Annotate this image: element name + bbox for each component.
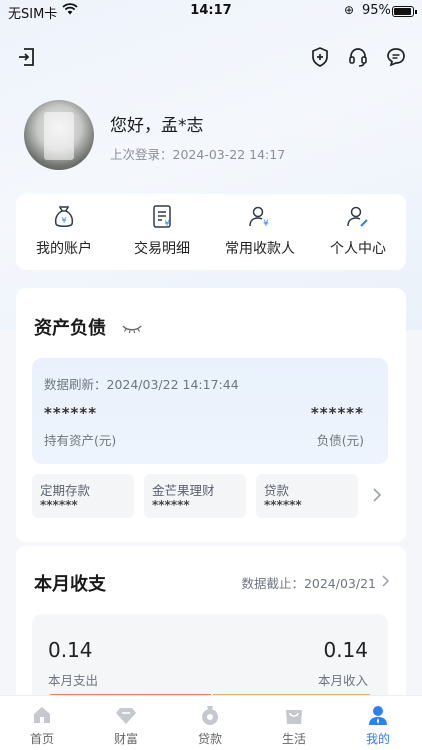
tab-loan[interactable]: 贷款 (168, 696, 252, 750)
eye-closed-icon[interactable] (122, 320, 142, 339)
refresh-time: 数据刷新：2024/03/22 14:17:44 (44, 377, 239, 392)
shortcut-my-account[interactable]: ¥ 我的账户 (16, 194, 112, 270)
tab-label: 生活 (281, 732, 306, 746)
greeting-text: 您好，孟*志 (110, 116, 204, 136)
shortcut-transactions[interactable]: ¥ 交易明细 (114, 194, 210, 270)
profile-icon (367, 704, 389, 726)
avatar[interactable] (24, 100, 94, 170)
tab-label: 我的 (365, 732, 390, 746)
shopping-bag-icon (283, 704, 305, 726)
assets-card: 资产负债 数据刷新：2024/03/22 14:17:44 ****** ***… (16, 288, 406, 542)
wealth-icon (115, 704, 137, 726)
battery-icon (392, 6, 417, 17)
item-label: 金芒果理财 (152, 483, 215, 498)
shield-icon[interactable] (307, 44, 333, 70)
assets-label: 持有资产(元) (44, 433, 117, 448)
loan-item[interactable]: 贷款 ****** (256, 474, 358, 518)
tab-label: 首页 (29, 732, 54, 746)
asset-summary-panel[interactable]: 数据刷新：2024/03/22 14:17:44 ****** ****** 持… (32, 358, 388, 464)
money-bag-icon: ¥ (52, 204, 76, 230)
tab-label: 财富 (113, 732, 138, 746)
tab-bar: 首页 财富 贷款 生活 我的 (0, 695, 422, 750)
chevron-right-icon[interactable] (381, 573, 390, 592)
headset-icon[interactable] (345, 44, 371, 70)
tab-wealth[interactable]: 财富 (84, 696, 168, 750)
assets-title: 资产负债 (34, 318, 106, 339)
debt-label: 负债(元) (316, 433, 364, 448)
fixed-deposit-item[interactable]: 定期存款 ****** (32, 474, 134, 518)
shortcut-label: 交易明细 (134, 241, 190, 257)
wealth-product-item[interactable]: 金芒果理财 ****** (144, 474, 246, 518)
svg-text:¥: ¥ (263, 219, 269, 229)
home-icon (31, 704, 53, 726)
assets-value: ****** (44, 404, 98, 422)
payee-icon: ¥ (248, 204, 272, 230)
shortcut-card: ¥ 我的账户 ¥ 交易明细 ¥ 常用收款人 个人中心 (16, 194, 406, 270)
item-value: ****** (264, 498, 302, 512)
svg-text:¥: ¥ (164, 219, 169, 228)
item-label: 定期存款 (40, 483, 91, 498)
personal-center-icon (346, 204, 370, 230)
shortcut-label: 常用收款人 (225, 241, 295, 257)
status-bar: 无SIM卡 14:17 ⊕ 95% (0, 0, 422, 24)
tab-label: 贷款 (197, 732, 222, 746)
item-label: 贷款 (264, 483, 290, 498)
tab-mine[interactable]: 我的 (336, 696, 420, 750)
shortcut-label: 个人中心 (330, 241, 386, 257)
loan-icon (199, 704, 221, 726)
income-value: 0.14 (323, 638, 368, 662)
transaction-list-icon: ¥ (150, 204, 174, 230)
tab-home[interactable]: 首页 (0, 696, 84, 750)
shortcut-label: 我的账户 (36, 241, 92, 257)
logout-icon[interactable] (14, 44, 40, 70)
svg-text:¥: ¥ (61, 216, 66, 225)
tab-life[interactable]: 生活 (252, 696, 336, 750)
battery-percent: 95% (362, 3, 391, 18)
income-label: 本月收入 (317, 673, 368, 688)
item-value: ****** (152, 498, 190, 512)
spend-label: 本月支出 (48, 673, 99, 688)
spend-value: 0.14 (48, 638, 93, 662)
message-icon[interactable] (383, 44, 409, 70)
last-login-text: 上次登录：2024-03-22 14:17 (110, 147, 286, 162)
shortcut-personal-center[interactable]: 个人中心 (310, 194, 406, 270)
debt-value: ****** (310, 404, 364, 422)
status-time: 14:17 (190, 3, 232, 18)
data-cutoff[interactable]: 数据截止：2024/03/21 (241, 573, 376, 592)
orientation-lock-icon: ⊕ (344, 3, 355, 17)
item-value: ****** (40, 498, 78, 512)
shortcut-payees[interactable]: ¥ 常用收款人 (212, 194, 308, 270)
monthly-title: 本月收支 (34, 574, 106, 595)
chevron-right-icon[interactable] (372, 487, 382, 503)
